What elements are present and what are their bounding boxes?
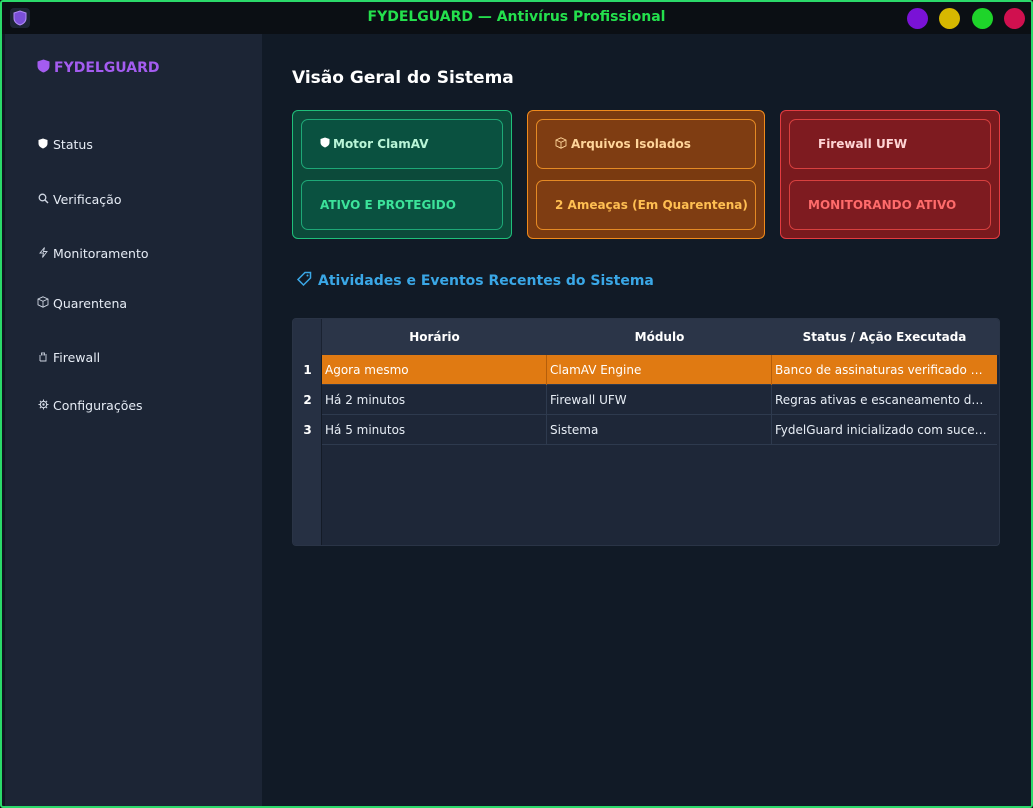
events-table[interactable]: Horário Módulo Status / Ação Executada 1… <box>292 318 1000 546</box>
card-status: MONITORANDO ATIVO <box>789 180 991 230</box>
table-corner <box>293 319 322 355</box>
card-status: ATIVO E PROTEGIDO <box>301 180 503 230</box>
sidebar-item-label: Verificação <box>53 192 122 207</box>
quarantine-status-card: Arquivos Isolados 2 Ameaças (Em Quarente… <box>527 110 765 239</box>
window-title: FYDELGUARD — Antivírus Profissional <box>367 9 666 25</box>
section-title: Atividades e Eventos Recentes do Sistema <box>296 271 654 291</box>
app-window: FYDELGUARD — Antivírus Profissional FYDE… <box>0 0 1033 808</box>
table-cell: Há 2 minutos <box>322 385 547 415</box>
sidebar: FYDELGUARD Status Verificação Monitorame… <box>5 34 262 806</box>
table-header: Horário Módulo Status / Ação Executada <box>293 319 999 355</box>
card-label: Arquivos Isolados <box>536 119 756 169</box>
table-cell: Banco de assinaturas verificado com suce… <box>775 363 997 377</box>
sidebar-item-quarentena[interactable]: Quarentena <box>37 296 127 311</box>
card-label-text: Firewall UFW <box>818 137 908 151</box>
clamav-status-card: Motor ClamAV ATIVO E PROTEGIDO <box>292 110 512 239</box>
window-maximize-button[interactable] <box>972 8 993 29</box>
card-status: 2 Ameaças (Em Quarentena) <box>536 180 756 230</box>
table-cell: Há 5 minutos <box>322 415 547 445</box>
sidebar-item-label: Quarentena <box>53 296 128 311</box>
title-bar[interactable]: FYDELGUARD — Antivírus Profissional <box>2 2 1031 34</box>
sidebar-item-verificacao[interactable]: Verificação <box>37 192 121 207</box>
column-header[interactable]: Status / Ação Executada <box>772 319 997 355</box>
sidebar-item-monitoramento[interactable]: Monitoramento <box>37 246 149 261</box>
table-cell: Agora mesmo <box>322 355 547 385</box>
lightning-icon <box>37 246 49 261</box>
sidebar-item-label: Status <box>53 137 93 152</box>
brand-label: FYDELGUARD <box>54 60 160 76</box>
card-label-text: Arquivos Isolados <box>571 137 691 151</box>
card-label: Motor ClamAV <box>301 119 503 169</box>
search-icon <box>37 193 49 207</box>
column-header[interactable]: Horário <box>322 319 547 355</box>
table-row[interactable]: Há 2 minutos Firewall UFW Regras ativas … <box>322 385 997 415</box>
tag-icon <box>296 271 312 291</box>
row-number[interactable]: 3 <box>293 415 322 445</box>
box-icon <box>555 136 567 152</box>
shield-icon <box>37 138 49 152</box>
page-title: Visão Geral do Sistema <box>292 68 514 88</box>
sidebar-item-label: Monitoramento <box>53 246 149 261</box>
window-minimize-button[interactable] <box>939 8 960 29</box>
sidebar-item-label: Configurações <box>53 398 143 413</box>
row-header-column: 1 2 3 <box>293 355 322 545</box>
table-cell: Sistema <box>547 415 772 445</box>
box-icon <box>37 296 49 311</box>
sidebar-item-firewall[interactable]: Firewall <box>37 350 100 365</box>
hand-icon <box>37 351 49 365</box>
shield-icon <box>320 137 330 151</box>
sidebar-item-label: Firewall <box>53 350 101 365</box>
row-number[interactable]: 1 <box>293 355 322 385</box>
table-cell: ClamAV Engine <box>547 355 772 385</box>
section-title-text: Atividades e Eventos Recentes do Sistema <box>318 273 654 289</box>
column-header[interactable]: Módulo <box>547 319 772 355</box>
shield-icon <box>37 59 50 77</box>
firewall-status-card: Firewall UFW MONITORANDO ATIVO <box>780 110 1000 239</box>
main-content: Visão Geral do Sistema Motor ClamAV ATIV… <box>262 34 1031 806</box>
card-label-text: Motor ClamAV <box>333 137 429 151</box>
sidebar-item-status[interactable]: Status <box>37 137 93 152</box>
sidebar-brand: FYDELGUARD <box>37 59 159 77</box>
table-cell: Firewall UFW <box>547 385 772 415</box>
card-label: Firewall UFW <box>789 119 991 169</box>
table-row[interactable]: Há 5 minutos Sistema FydelGuard iniciali… <box>322 415 997 445</box>
window-close-button[interactable] <box>1004 8 1025 29</box>
sidebar-item-configuracoes[interactable]: Configurações <box>37 398 143 413</box>
row-number[interactable]: 2 <box>293 385 322 415</box>
window-extra-button[interactable] <box>907 8 928 29</box>
gear-icon <box>37 399 49 413</box>
table-cell: FydelGuard inicializado com sucesso <box>775 423 995 437</box>
table-cell: Regras ativas e escaneamento de portas c… <box>775 393 997 407</box>
table-row[interactable]: Agora mesmo ClamAV Engine Banco de assin… <box>322 355 997 385</box>
